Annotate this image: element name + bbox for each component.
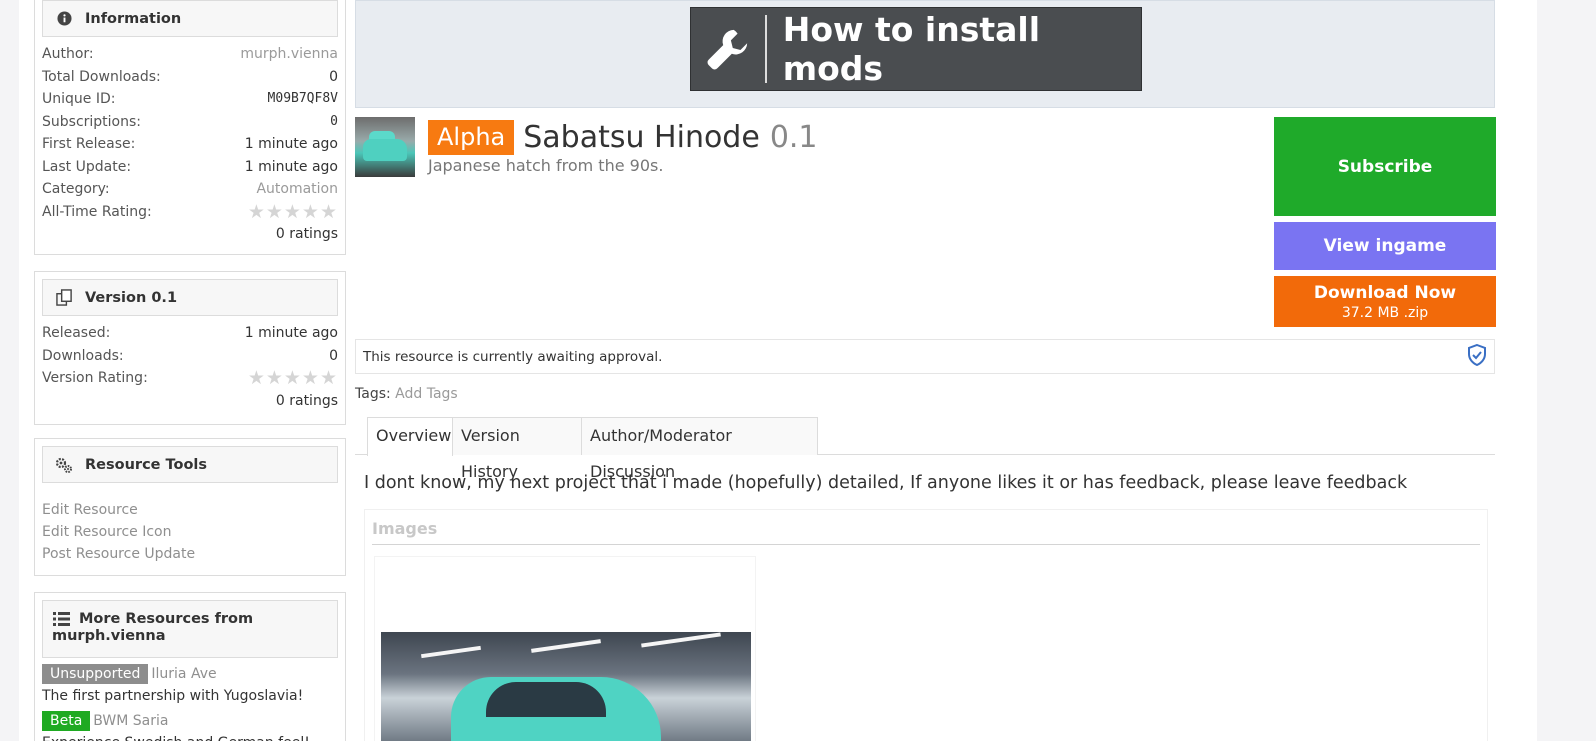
download-size: 37.2 MB .zip [1341,304,1429,321]
total-downloads-row: Total Downloads: 0 [42,66,338,89]
first-release-label: First Release: [42,136,136,152]
beta-badge: Beta [42,711,91,731]
category-label: Category: [42,181,110,197]
add-tags-link[interactable]: Add Tags [395,386,458,402]
download-label: Download Now [1313,282,1457,303]
first-release-value: 1 minute ago [244,136,338,152]
install-mods-button[interactable]: How to install mods [690,7,1142,91]
category-link[interactable]: Automation [256,178,338,201]
info-icon [55,10,73,28]
subscribe-label: Subscribe [1337,156,1433,177]
resource-title: Alpha Sabatsu Hinode 0.1 [428,119,818,156]
version-downloads-value: 0 [329,347,338,364]
resource-description: I dont know, my next project that i made… [364,473,1408,493]
tab-version-history[interactable]: Version History [452,417,582,481]
subscribe-button[interactable]: Subscribe [1274,117,1496,216]
released-row: Released: 1 minute ago [42,322,338,345]
banner-text: How to install mods [782,10,1041,88]
more-resources-title: More Resources from [79,611,254,627]
resource-version: 0.1 [769,120,818,155]
total-downloads-value: 0 [329,68,338,85]
released-value: 1 minute ago [244,325,338,341]
image-card[interactable] [374,556,756,741]
all-time-rating-count: 0 ratings [275,226,338,242]
resource-tools-header: Resource Tools [42,446,338,483]
post-resource-update-link[interactable]: Post Resource Update [35,543,345,565]
subscriptions-label: Subscriptions: [42,113,141,130]
information-title: Information [85,10,182,27]
resource-thumbnail [355,117,415,177]
images-section: Images [364,509,1488,741]
version-copy-icon [55,289,73,307]
list-icon [52,610,70,628]
gears-icon [55,456,73,474]
author-label: Author: [42,46,94,62]
wrench-icon [691,7,765,91]
resource-image[interactable] [381,632,751,741]
more-resource-name[interactable]: BWM Saria [93,713,168,729]
version-rating-row: Version Rating: ★★★★★ [42,367,338,390]
install-mods-banner: How to install mods [355,0,1495,108]
tags-label: Tags: [355,386,391,402]
information-block: Information Author: murph.vienna Total D… [34,0,346,255]
more-resources-author: murph.vienna [52,628,166,644]
resource-tagline: Japanese hatch from the 90s. [428,156,664,175]
edit-resource-link[interactable]: Edit Resource [35,499,345,521]
all-time-rating-row: All-Time Rating: ★★★★★ [42,201,338,224]
resource-tabs: Overview Version History Author/Moderato… [355,417,1495,481]
total-downloads-label: Total Downloads: [42,68,161,85]
released-label: Released: [42,325,111,341]
view-ingame-button[interactable]: View ingame [1274,222,1496,270]
more-resource-desc: The first partnership with Yugoslavia! [42,688,304,704]
approval-text: This resource is currently awaiting appr… [363,348,663,365]
subscriptions-value: 0 [330,113,338,129]
edit-resource-icon-link[interactable]: Edit Resource Icon [35,521,345,543]
information-header: Information [42,0,338,37]
more-resource-item[interactable]: Unsupported Iluria Ave [35,663,345,685]
more-resource-item[interactable]: Beta BWM Saria [35,710,345,732]
subscriptions-row: Subscriptions: 0 [42,111,338,134]
resource-name: Sabatsu Hinode [523,120,760,155]
more-resources-block: More Resources from murph.vienna Unsuppo… [34,592,346,741]
tab-overview[interactable]: Overview [367,417,453,456]
more-resource-name[interactable]: Iluria Ave [151,666,216,682]
star-rating-icon: ★★★★★ [247,367,338,389]
version-rating-label: Version Rating: [42,370,148,386]
author-row: Author: murph.vienna [42,43,338,66]
download-now-button[interactable]: Download Now 37.2 MB .zip [1274,276,1496,327]
unique-id-value: M09B7QF8V [267,91,338,106]
star-rating-icon: ★★★★★ [247,200,338,223]
resource-tools-title: Resource Tools [85,456,208,473]
last-update-row: Last Update: 1 minute ago [42,156,338,179]
approval-notice: This resource is currently awaiting appr… [355,339,1495,374]
all-time-rating-label: All-Time Rating: [42,203,152,220]
resource-tools-block: Resource Tools Edit Resource Edit Resour… [34,438,346,576]
more-resource-desc: Experience Swedish and German feel! [35,732,345,741]
tags-row: Tags: Add Tags [355,386,458,402]
images-title: Images [372,516,1480,545]
unique-id-row: Unique ID: M09B7QF8V [42,88,338,111]
unique-id-label: Unique ID: [42,91,116,107]
more-resources-header: More Resources from murph.vienna [42,600,338,658]
shield-check-icon [1467,343,1487,370]
last-update-label: Last Update: [42,158,132,175]
last-update-value: 1 minute ago [244,158,338,175]
version-header: Version 0.1 [42,279,338,316]
author-link[interactable]: murph.vienna [240,43,338,66]
tab-author-moderator-discussion[interactable]: Author/Moderator Discussion [581,417,818,481]
view-ingame-label: View ingame [1323,236,1447,256]
category-row: Category: Automation [42,178,338,201]
version-rating-count: 0 ratings [275,392,338,409]
version-downloads-label: Downloads: [42,347,124,364]
unsupported-badge: Unsupported [42,664,149,684]
version-downloads-row: Downloads: 0 [42,345,338,368]
first-release-row: First Release: 1 minute ago [42,133,338,156]
page: Information Author: murph.vienna Total D… [19,0,1537,741]
version-block: Version 0.1 Released: 1 minute ago Downl… [34,271,346,425]
alpha-badge: Alpha [428,120,515,155]
version-title: Version 0.1 [85,289,178,306]
